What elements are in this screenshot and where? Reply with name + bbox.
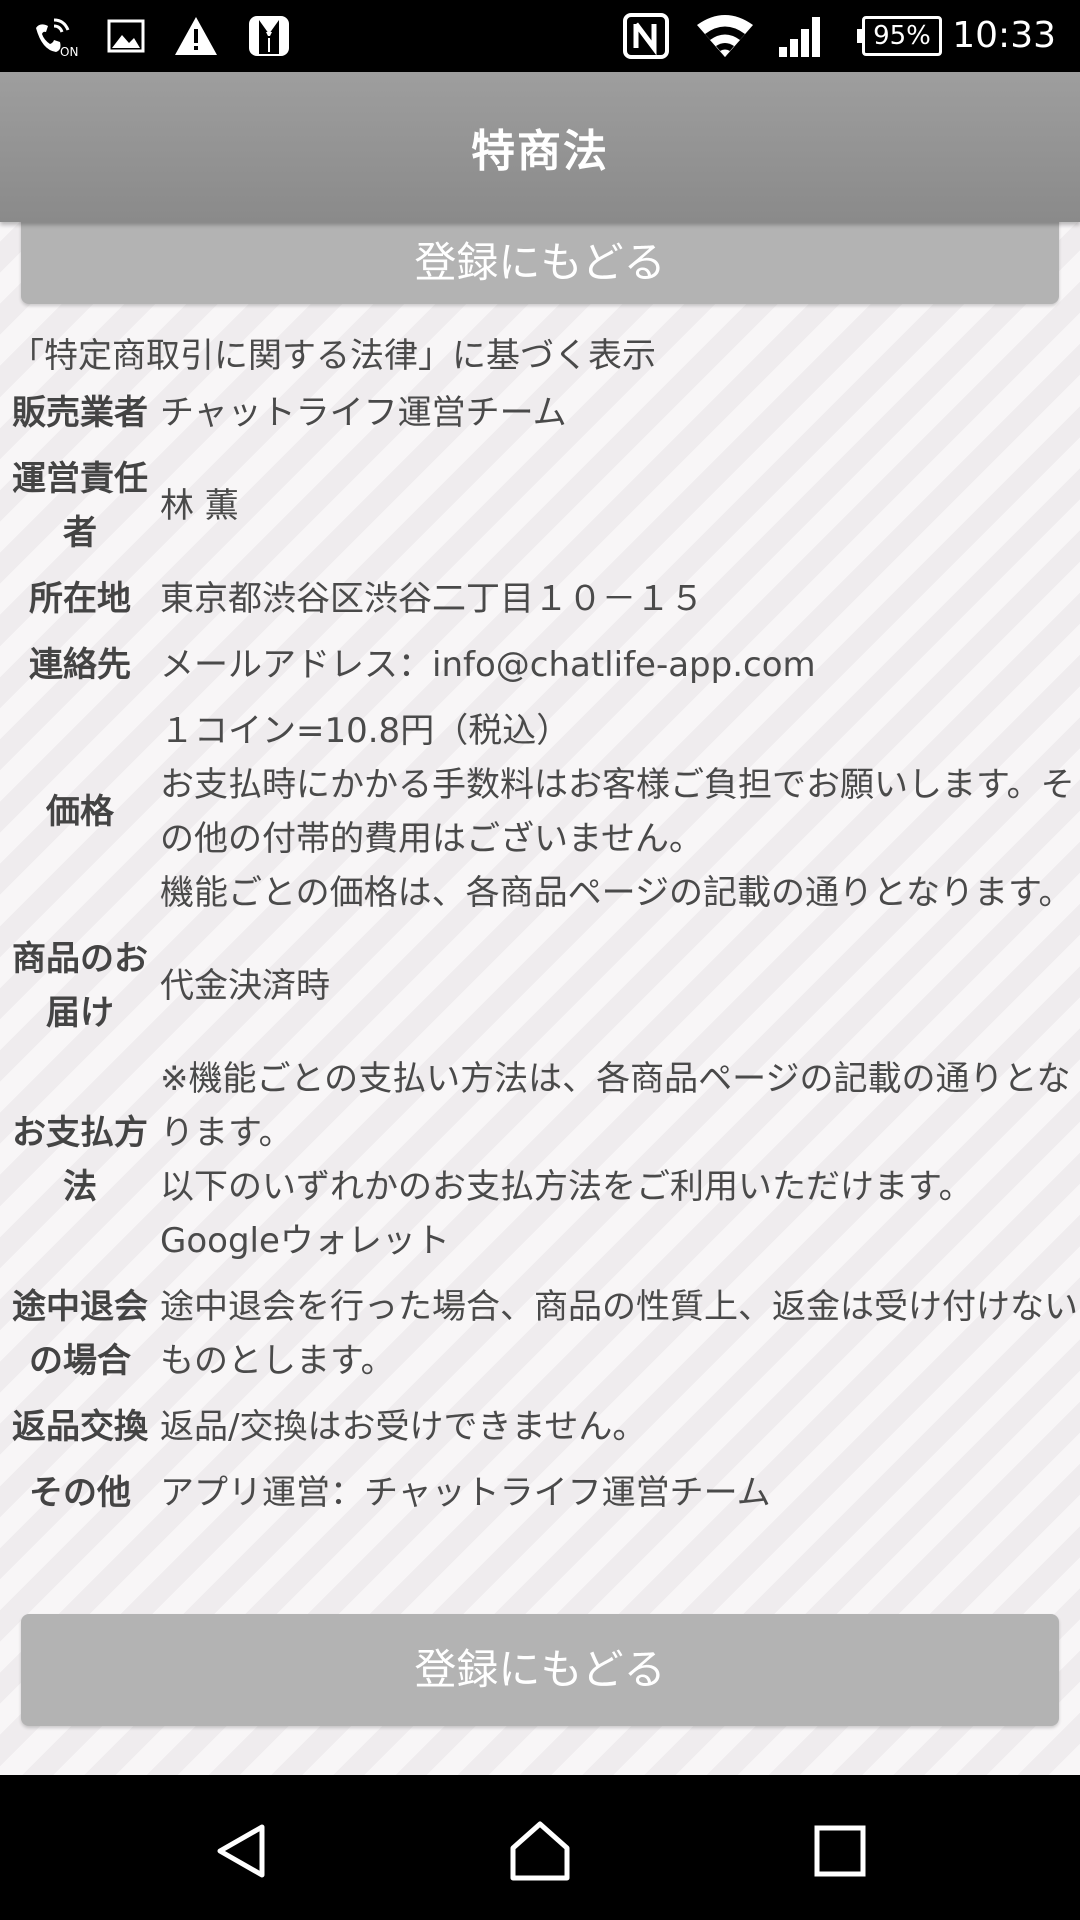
wifi-icon: [694, 12, 756, 60]
row-label-payment: お支払方法: [12, 1113, 148, 1207]
law-heading: 「特定商取引に関する法律」に基づく表示: [10, 336, 656, 376]
table-row: 販売業者 チャットライフ運営チーム: [0, 380, 1080, 446]
table-row: 返品交換 返品/交換はお受けできません。: [0, 1394, 1080, 1460]
svg-text:ON: ON: [60, 45, 78, 58]
table-row: 運営責任者 林 薫: [0, 446, 1080, 566]
row-value-delivery: 代金決済時: [160, 926, 1080, 1046]
status-bar: ON 95% 10:33: [0, 0, 1080, 72]
row-value-manager: 林 薫: [160, 446, 1080, 566]
row-label-delivery: 商品のお届け: [12, 939, 148, 1033]
back-nav-icon[interactable]: [202, 1811, 282, 1891]
law-table: 販売業者 チャットライフ運営チーム 運営責任者 林 薫 所在地 東京都渋谷区渋谷…: [0, 380, 1080, 1526]
status-time: 10:33: [952, 15, 1056, 56]
row-label-manager: 運営責任者: [12, 459, 148, 553]
signal-icon: [776, 12, 826, 60]
app-header: 特商法: [0, 72, 1080, 222]
value-line: 機能ごとの価格は、各商品ページの記載の通りとなります。: [160, 873, 1073, 913]
row-value-contact: メールアドレス：info@chatlife-app.com: [160, 632, 1080, 698]
value-line: アプリ運営：チャットライフ運営チーム: [160, 1473, 771, 1513]
tuxedo-icon: [244, 12, 294, 60]
value-line: 林 薫: [160, 486, 239, 526]
wifi-calling-icon: ON: [28, 12, 82, 60]
value-line: メールアドレス：info@chatlife-app.com: [160, 645, 816, 685]
row-value-price: １コイン=10.8円（税込） お支払時にかかる手数料はお客様ご負担でお願いします…: [160, 698, 1080, 926]
row-value-address: 東京都渋谷区渋谷二丁目１０－１５: [160, 566, 1080, 632]
content-area[interactable]: 登録にもどる 「特定商取引に関する法律」に基づく表示 販売業者 チャットライフ運…: [0, 222, 1080, 1775]
row-label-returns: 返品交換: [12, 1407, 148, 1447]
value-line: お支払時にかかる手数料はお客様ご負担でお願いします。その他の付帯的費用はございま…: [160, 765, 1075, 859]
value-line: 東京都渋谷区渋谷二丁目１０－１５: [160, 579, 704, 619]
row-value-returns: 返品/交換はお受けできません。: [160, 1394, 1080, 1460]
row-label-contact: 連絡先: [29, 645, 131, 685]
value-line: １コイン=10.8円（税込）: [160, 711, 571, 751]
row-label-other: その他: [29, 1473, 131, 1513]
value-line: ※機能ごとの支払い方法は、各商品ページの記載の通りとなります。: [160, 1059, 1071, 1153]
row-label-price: 価格: [46, 792, 114, 832]
row-value-payment: ※機能ごとの支払い方法は、各商品ページの記載の通りとなります。 以下のいずれかの…: [160, 1046, 1080, 1274]
page-title: 特商法: [471, 126, 609, 177]
value-line: 代金決済時: [160, 966, 330, 1006]
row-label-cancellation: 途中退会の場合: [12, 1287, 148, 1381]
recents-nav-icon[interactable]: [800, 1811, 880, 1891]
back-to-register-button-bottom[interactable]: 登録にもどる: [21, 1614, 1059, 1726]
back-to-register-button-top[interactable]: 登録にもどる: [21, 222, 1059, 304]
table-row: その他 アプリ運営：チャットライフ運営チーム: [0, 1460, 1080, 1526]
value-line: 返品/交換はお受けできません。: [160, 1407, 647, 1447]
row-label-address: 所在地: [29, 579, 131, 619]
value-line: チャットライフ運営チーム: [160, 393, 567, 433]
battery-icon: 95%: [857, 16, 942, 56]
row-value-other: アプリ運営：チャットライフ運営チーム: [160, 1460, 1080, 1526]
row-value-cancellation: 途中退会を行った場合、商品の性質上、返金は受け付けないものとします。: [160, 1274, 1080, 1394]
table-row: 途中退会の場合 途中退会を行った場合、商品の性質上、返金は受け付けないものとしま…: [0, 1274, 1080, 1394]
row-value-seller: チャットライフ運営チーム: [160, 380, 1080, 446]
table-row: 価格 １コイン=10.8円（税込） お支払時にかかる手数料はお客様ご負担でお願い…: [0, 698, 1080, 926]
nfc-icon: [620, 12, 672, 60]
table-row: 商品のお届け 代金決済時: [0, 926, 1080, 1046]
navigation-bar: [0, 1775, 1080, 1920]
value-line: 以下のいずれかのお支払方法をご利用いただけます。: [160, 1167, 973, 1207]
table-row: 所在地 東京都渋谷区渋谷二丁目１０－１５: [0, 566, 1080, 632]
value-line: 途中退会を行った場合、商品の性質上、返金は受け付けないものとします。: [160, 1287, 1078, 1381]
table-row: お支払方法 ※機能ごとの支払い方法は、各商品ページの記載の通りとなります。 以下…: [0, 1046, 1080, 1274]
gallery-icon: [106, 12, 146, 60]
table-row: 連絡先 メールアドレス：info@chatlife-app.com: [0, 632, 1080, 698]
value-line: Googleウォレット: [160, 1221, 450, 1261]
home-nav-icon[interactable]: [500, 1811, 580, 1891]
row-label-seller: 販売業者: [12, 393, 148, 433]
warning-icon: [172, 12, 220, 60]
